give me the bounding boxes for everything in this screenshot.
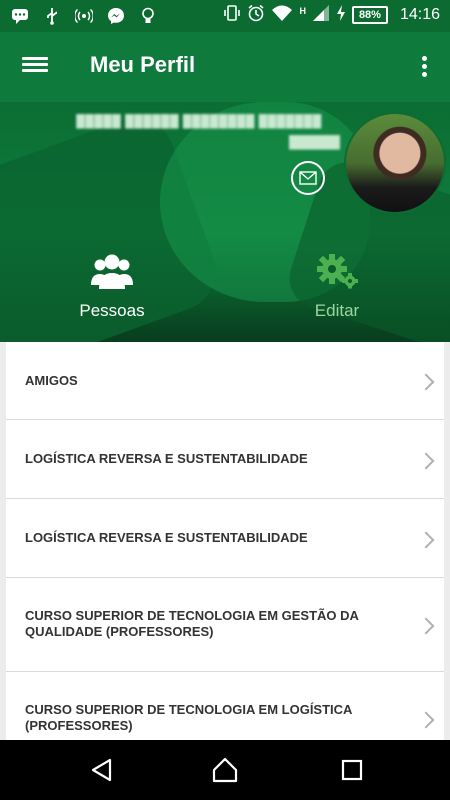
battery-level: 88% <box>351 5 388 24</box>
list-item[interactable]: LOGÍSTICA REVERSA E SUSTENTABILIDADE <box>6 499 444 578</box>
profile-header: █████ ██████ ████████ ███████ ██████ Pes… <box>0 102 450 342</box>
usb-icon <box>42 6 62 26</box>
menu-icon[interactable] <box>22 54 48 80</box>
bulb-icon <box>138 6 158 26</box>
system-navigation-bar <box>0 740 450 800</box>
chevron-right-icon <box>417 617 435 635</box>
chevron-right-icon <box>417 373 435 391</box>
network-type-label: H <box>299 5 306 16</box>
tab-label: Pessoas <box>79 301 145 320</box>
list-item-label: LOGÍSTICA REVERSA E SUSTENTABILIDADE <box>25 451 308 466</box>
profile-groups-list: AMIGOS LOGÍSTICA REVERSA E SUSTENTABILID… <box>6 342 444 740</box>
list-item-label: AMIGOS <box>25 373 78 388</box>
vibrate-icon <box>223 4 241 25</box>
profile-name-redacted: █████ ██████ ████████ ███████ <box>76 114 322 128</box>
chevron-right-icon <box>417 711 435 729</box>
system-icons: H 88% 14:16 <box>223 4 440 25</box>
list-item-label: LOGÍSTICA REVERSA E SUSTENTABILIDADE <box>25 530 308 545</box>
alarm-icon <box>247 4 265 25</box>
tab-pessoas[interactable]: Pessoas <box>67 252 157 321</box>
more-options-icon[interactable] <box>422 54 430 80</box>
tab-label: Editar <box>314 301 360 320</box>
messenger-icon <box>106 6 126 26</box>
signal-icon <box>312 4 330 25</box>
hotspot-icon <box>74 6 94 26</box>
recent-apps-icon[interactable] <box>339 757 365 783</box>
status-bar: H 88% 14:16 <box>0 0 450 32</box>
charging-icon <box>336 4 346 25</box>
wifi-icon <box>271 4 293 25</box>
home-icon[interactable] <box>212 757 238 783</box>
people-icon <box>89 254 135 294</box>
chevron-right-icon <box>417 531 435 549</box>
profile-id-redacted: ██████ <box>288 135 340 149</box>
list-item[interactable]: CURSO SUPERIOR DE TECNOLOGIA EM LOGÍSTIC… <box>6 672 444 740</box>
app-bar: Meu Perfil <box>0 32 450 102</box>
mail-icon[interactable] <box>291 161 325 195</box>
clock: 14:16 <box>399 5 440 23</box>
tab-editar[interactable]: Editar <box>292 252 382 321</box>
list-item[interactable]: LOGÍSTICA REVERSA E SUSTENTABILIDADE <box>6 420 444 499</box>
chat-icon <box>10 6 30 26</box>
page-title: Meu Perfil <box>90 52 196 77</box>
list-item[interactable]: CURSO SUPERIOR DE TECNOLOGIA EM GESTÃO D… <box>6 578 444 672</box>
back-icon[interactable] <box>89 757 115 783</box>
avatar[interactable] <box>344 112 446 214</box>
gear-icon <box>312 254 362 294</box>
notification-icons <box>10 6 158 26</box>
list-item-amigos[interactable]: AMIGOS <box>6 342 444 420</box>
chevron-right-icon <box>417 452 435 470</box>
list-item-label: CURSO SUPERIOR DE TECNOLOGIA EM LOGÍSTIC… <box>25 702 352 733</box>
list-item-label: CURSO SUPERIOR DE TECNOLOGIA EM GESTÃO D… <box>25 608 359 639</box>
